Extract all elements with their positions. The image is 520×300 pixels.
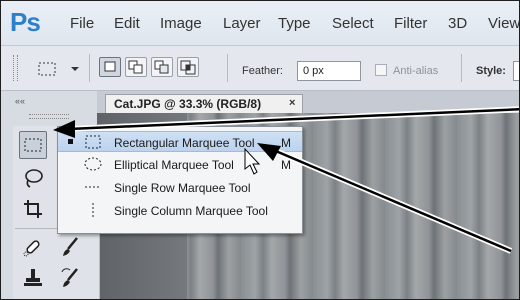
callout-arrow-bottom: [257, 143, 513, 254]
callout-arrow-top: [53, 106, 519, 138]
annotation-overlay: [53, 106, 519, 254]
photoshop-window: Ps File Edit Image Layer Type Select Fil…: [0, 0, 520, 300]
mouse-cursor-icon: [244, 147, 261, 175]
